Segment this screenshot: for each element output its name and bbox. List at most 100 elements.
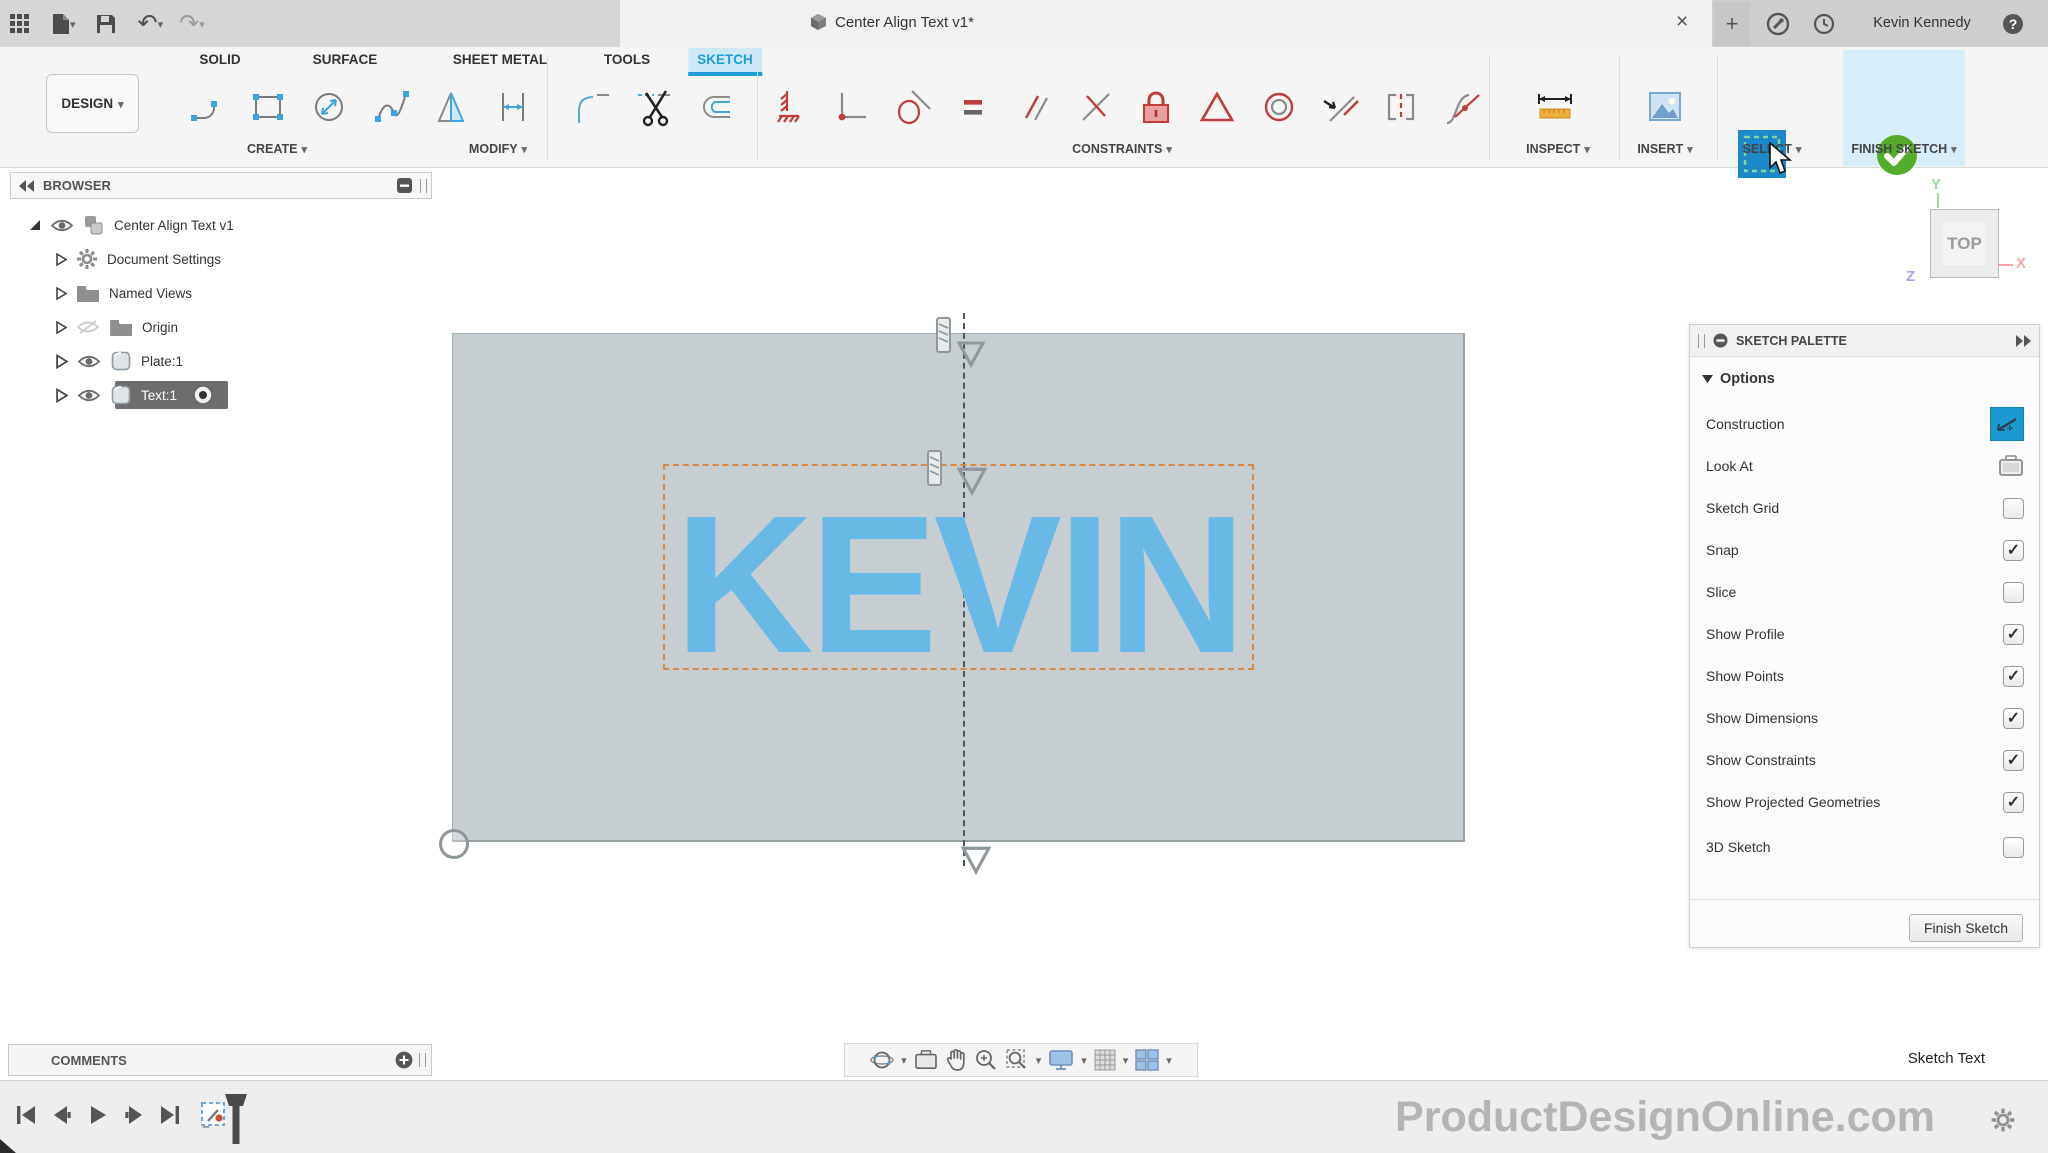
palette-drag-handle[interactable] [1698,334,1705,348]
horizontal-vertical-constraint-icon[interactable] [766,84,812,130]
undo-button[interactable]: ↶ [138,14,164,34]
browser-item-root[interactable]: Center Align Text v1 [28,210,234,240]
step-back-icon[interactable] [50,1103,74,1127]
orbit-icon[interactable] [870,1048,894,1072]
browser-display-mode-icon[interactable] [397,178,412,193]
play-icon[interactable] [86,1103,110,1127]
midpoint-constraint-icon[interactable] [1194,84,1240,130]
line-tool-icon[interactable] [186,84,232,130]
comments-bar[interactable]: COMMENTS [8,1044,432,1076]
midpoint-constraint-glyph[interactable] [956,466,988,496]
collapse-browser-icon[interactable] [19,180,35,192]
tab-surface[interactable]: SURFACE [313,48,378,72]
trim-tool-icon[interactable] [631,84,677,130]
snap-checkbox[interactable]: ✓ [2003,540,2024,561]
perpendicular-constraint-icon[interactable] [1073,84,1119,130]
mirror-tool-icon[interactable] [428,84,474,130]
offset-tool-icon[interactable] [691,84,737,130]
collinear-constraint-icon[interactable] [1317,84,1363,130]
tab-sketch[interactable]: SKETCH [688,48,762,76]
rectangle-tool-icon[interactable] [245,84,291,130]
circle-tool-icon[interactable] [306,84,352,130]
visibility-eye-icon[interactable] [77,354,101,369]
sketch-origin-point[interactable] [439,829,469,859]
viewcube[interactable]: TOP [1930,209,1999,278]
step-forward-icon[interactable] [122,1103,146,1127]
show-profile-checkbox[interactable]: ✓ [2003,624,2024,645]
collapsed-arrow-icon[interactable] [56,321,67,334]
pan-icon[interactable] [945,1048,967,1072]
equal-constraint-icon[interactable] [950,84,996,130]
user-account-button[interactable]: Kevin Kennedy [1852,15,1992,31]
file-menu-button[interactable] [52,13,76,35]
show-points-checkbox[interactable]: ✓ [2003,666,2024,687]
show-constraints-checkbox[interactable]: ✓ [2003,750,2024,771]
group-label-finish-sketch[interactable]: FINISH SKETCH [1851,139,1956,159]
viewcube-top-face[interactable]: TOP [1943,222,1986,265]
construction-toggle-button[interactable] [1990,407,2024,441]
insert-image-tool-icon[interactable] [1642,84,1688,130]
collapsed-arrow-icon[interactable] [56,287,67,300]
sketch-text[interactable]: KEVIN [669,487,1248,683]
fillet-tool-icon[interactable] [570,84,616,130]
go-to-end-icon[interactable] [158,1103,182,1127]
notifications-clock-icon[interactable] [1813,13,1835,35]
browser-item-label[interactable]: Center Align Text v1 [114,218,234,233]
timeline-settings-gear-icon[interactable] [1990,1107,2016,1133]
group-label-insert[interactable]: INSERT [1637,139,1692,159]
go-to-start-icon[interactable] [14,1103,38,1127]
visibility-eye-off-icon[interactable] [76,319,100,335]
3d-sketch-checkbox[interactable]: ✓ [2003,837,2024,858]
save-icon[interactable] [96,14,116,34]
zoom-window-caret[interactable] [1036,1051,1042,1069]
group-label-constraints[interactable]: CONSTRAINTS [1072,139,1172,159]
midpoint-constraint-glyph[interactable] [956,340,986,368]
show-dimensions-checkbox[interactable]: ✓ [2003,708,2024,729]
slice-checkbox[interactable]: ✓ [2003,582,2024,603]
tangent-constraint-icon[interactable] [889,84,935,130]
collapsed-arrow-icon[interactable] [56,253,67,266]
finish-sketch-button[interactable]: Finish Sketch [1909,914,2023,942]
browser-item-named-views[interactable]: Named Views [56,278,192,308]
browser-resize-handle[interactable] [420,179,427,193]
fix-unfix-constraint-icon[interactable] [1133,84,1179,130]
curvature-constraint-icon[interactable] [1438,84,1484,130]
browser-item-label[interactable]: Plate:1 [141,354,183,369]
browser-item-label[interactable]: Named Views [109,286,192,301]
display-settings-icon[interactable] [1048,1048,1074,1072]
timeline-position-marker[interactable] [224,1093,248,1145]
vertical-constraint-glyph[interactable] [933,316,955,354]
coincident-constraint-icon[interactable] [827,84,873,130]
palette-menu-icon[interactable] [1713,333,1728,348]
activate-component-radio-icon[interactable] [192,384,214,406]
viewports-icon[interactable] [1135,1049,1159,1071]
sketch-dimension-tool-icon[interactable] [490,84,536,130]
document-tab[interactable] [620,0,1712,47]
grid-settings-caret[interactable] [1123,1051,1129,1069]
show-projected-geometries-checkbox[interactable]: ✓ [2003,792,2024,813]
browser-item-text[interactable]: Text:1 [56,380,214,410]
sketch-palette-header[interactable]: SKETCH PALETTE [1690,325,2039,357]
look-at-nav-icon[interactable] [914,1050,938,1070]
symmetry-constraint-icon[interactable] [1378,84,1424,130]
tab-solid[interactable]: SOLID [199,48,240,72]
options-section-header[interactable]: Options [1702,371,1775,387]
collapse-palette-icon[interactable] [2015,335,2031,347]
expanded-arrow-icon[interactable] [28,219,41,232]
zoom-icon[interactable] [974,1048,998,1072]
sketch-grid-checkbox[interactable]: ✓ [2003,498,2024,519]
orbit-caret[interactable] [901,1051,907,1069]
tab-tools[interactable]: TOOLS [604,48,650,72]
vertical-constraint-glyph[interactable] [924,448,946,488]
browser-item-label[interactable]: Document Settings [107,252,221,267]
comments-resize-handle[interactable] [419,1053,426,1067]
group-label-modify[interactable]: MODIFY [469,139,527,159]
collapsed-arrow-icon[interactable] [56,354,68,369]
redo-button[interactable]: ↷ [179,14,205,34]
app-grid-icon[interactable] [10,14,30,34]
add-comment-icon[interactable] [395,1051,413,1069]
visibility-eye-icon[interactable] [50,218,74,233]
tab-sheet-metal[interactable]: SHEET METAL [453,48,547,72]
new-tab-button[interactable]: + [1714,2,1750,46]
spline-tool-icon[interactable] [369,84,415,130]
